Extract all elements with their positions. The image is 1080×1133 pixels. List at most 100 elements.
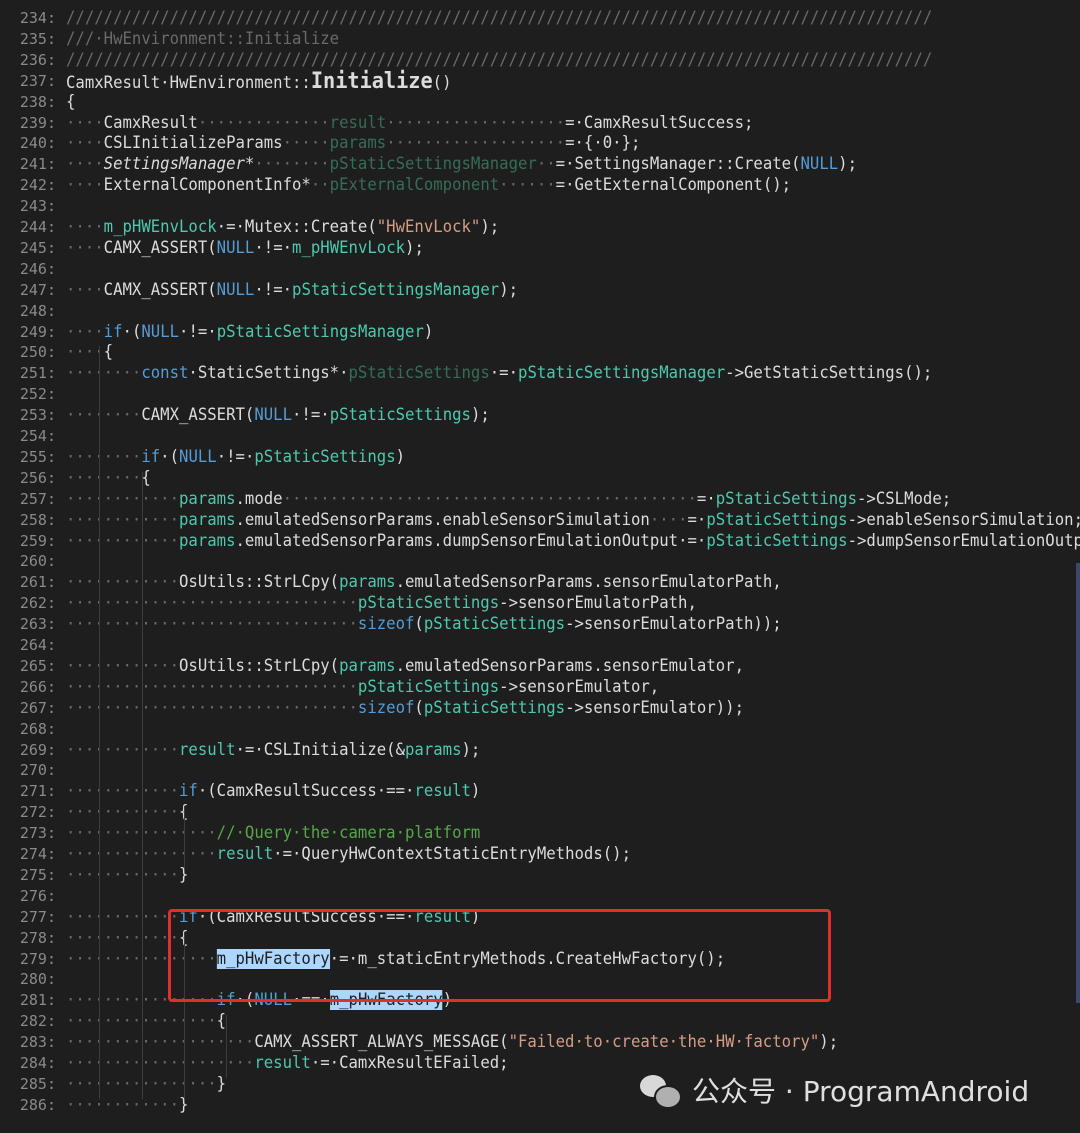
code-line[interactable]: 274: ················result·=·QueryHwCont…	[0, 844, 1080, 865]
code-token: ·=·QueryHwContextStaticEntryMethods();	[273, 844, 631, 864]
code-token: if	[103, 321, 123, 342]
code-line[interactable]: 275: ············}	[0, 865, 1080, 886]
code-token: pStaticSettings	[423, 614, 566, 635]
code-token: params	[179, 488, 236, 509]
code-text: ········{	[66, 468, 151, 489]
code-line[interactable]: 270:	[0, 760, 1080, 781]
code-line[interactable]: 283: ····················CAMX_ASSERT_ALWA…	[0, 1032, 1080, 1053]
code-token: ·!=·	[216, 446, 255, 467]
code-token: pStaticSettings	[357, 593, 500, 614]
code-line[interactable]: 245: ····CAMX_ASSERT(NULL·!=·m_pHWEnvLock…	[0, 238, 1080, 259]
code-line[interactable]: 251: ········const·StaticSettings*·pStati…	[0, 363, 1080, 384]
code-token: ->sensorEmulatorPath));	[565, 614, 782, 635]
code-line[interactable]: 256: ········{	[0, 468, 1080, 489]
code-token: ·······························	[66, 697, 358, 718]
code-token: result	[329, 112, 387, 133]
line-number: 266:	[19, 677, 56, 696]
code-line[interactable]: 253: ········CAMX_ASSERT(NULL·!=·pStaticS…	[0, 405, 1080, 426]
code-token: );	[838, 154, 858, 175]
code-line[interactable]: 255: ········if·(NULL·!=·pStaticSettings)	[0, 447, 1080, 468]
code-token: ////////////////////////////////////////…	[66, 8, 933, 28]
code-token: ············	[66, 572, 180, 593]
code-token: ·=·Mutex::Create(	[216, 217, 377, 237]
code-line[interactable]: 235: ///·HwEnvironment::Initialize	[0, 29, 1080, 50]
code-token: ·(CamxResultSuccess·==·	[197, 781, 415, 802]
code-line[interactable]: 258: ············params.emulatedSensorPar…	[0, 510, 1080, 531]
code-line[interactable]: 259: ············params.emulatedSensorPar…	[0, 531, 1080, 552]
code-token: )	[395, 446, 406, 467]
code-line[interactable]: 250: ····{	[0, 342, 1080, 363]
code-line[interactable]: 264:	[0, 635, 1080, 656]
code-line[interactable]: 266: ·······························pStat…	[0, 677, 1080, 698]
code-line[interactable]: 247: ····CAMX_ASSERT(NULL·!=·pStaticSetti…	[0, 280, 1080, 301]
code-line[interactable]: 276:	[0, 886, 1080, 907]
code-line[interactable]: 252:	[0, 384, 1080, 405]
code-text: ·······························sizeof(pS…	[66, 614, 782, 635]
code-token: ·······························	[66, 676, 358, 697]
code-line[interactable]: 248:	[0, 301, 1080, 322]
code-token: {	[66, 91, 76, 112]
code-line[interactable]: 236: ////////////////////////////////////…	[0, 50, 1080, 71]
code-text: ····if·(NULL·!=·pStaticSettingsManager)	[66, 322, 433, 343]
code-line[interactable]: 254:	[0, 426, 1080, 447]
code-line[interactable]: 271: ············if·(CamxResultSuccess·==…	[0, 781, 1080, 802]
code-line[interactable]: 273: ················//·Query·the·camera·…	[0, 823, 1080, 844]
code-token: ·!=·	[179, 321, 217, 342]
code-token: OsUtils::StrLCpy(	[179, 655, 340, 676]
code-token: ····	[66, 154, 104, 175]
code-token: sizeof	[357, 614, 415, 635]
code-line[interactable]: 244: ····m_pHWEnvLock·=·Mutex::Create("Hw…	[0, 217, 1080, 238]
code-token: pStaticSettings	[706, 530, 848, 551]
code-token: params	[329, 133, 387, 154]
code-line[interactable]: 237: CamxResult·HwEnvironment::Initialize…	[0, 70, 1080, 94]
code-line[interactable]: 282: ················{	[0, 1011, 1080, 1032]
code-line[interactable]: 262: ·······························pStat…	[0, 593, 1080, 614]
line-number: 241:	[19, 155, 56, 174]
line-number: 270:	[19, 761, 56, 780]
code-line[interactable]: 249: ····if·(NULL·!=·pStaticSettingsManag…	[0, 322, 1080, 343]
code-text: ·······························sizeof(pS…	[66, 698, 744, 719]
code-text: ····CSLInitializeParams·····params······…	[66, 133, 640, 154]
code-line[interactable]: 261: ············OsUtils::StrLCpy(params.…	[0, 572, 1080, 593]
code-token: ()	[432, 72, 452, 93]
code-text: CamxResult·HwEnvironment::Initialize()	[66, 70, 452, 94]
code-token: ·!=·	[292, 405, 330, 426]
code-text: ············if·(CamxResultSuccess·==·res…	[66, 781, 480, 802]
code-line[interactable]: 242: ····ExternalComponentInfo*··pExterna…	[0, 175, 1080, 196]
code-token: ->enableSensorSimulation;	[847, 509, 1080, 530]
code-token: CSLInitializeParams	[103, 133, 283, 154]
code-line[interactable]: 265: ············OsUtils::StrLCpy(params.…	[0, 656, 1080, 677]
code-token: .emulatedSensorParams.sensorEmulatorPath…	[395, 572, 782, 593]
code-line[interactable]: 246:	[0, 259, 1080, 280]
code-token: .emulatedSensorParams.sensorEmulator,	[395, 655, 744, 676]
code-token: );	[819, 1032, 839, 1053]
code-line[interactable]: 239: ····CamxResult··············result··…	[0, 113, 1080, 134]
code-line[interactable]: 272: ············{	[0, 802, 1080, 823]
code-text: ············}	[66, 1095, 188, 1116]
line-number: 277:	[19, 907, 56, 926]
code-line[interactable]: 260:	[0, 551, 1080, 572]
code-line[interactable]: 234: ////////////////////////////////////…	[0, 8, 1080, 29]
code-token: =·	[687, 509, 707, 530]
code-line[interactable]: 241: ····SettingsManager*········pStaticS…	[0, 154, 1080, 175]
code-token: ->sensorEmulator));	[565, 697, 744, 718]
code-token: ·=·CamxResultEFailed;	[310, 1053, 509, 1073]
code-token: ············	[66, 927, 180, 948]
code-token: ····	[649, 509, 688, 530]
code-line[interactable]: 238: {	[0, 92, 1080, 113]
code-token: ············	[66, 906, 180, 927]
code-line[interactable]: 267: ·······························sizeo…	[0, 698, 1080, 719]
code-text: ·······························pStaticSe…	[66, 677, 659, 698]
code-line[interactable]: 240: ····CSLInitializeParams·····params··…	[0, 133, 1080, 154]
code-token: ····	[66, 217, 104, 237]
code-line[interactable]: 269: ············result·=·CSLInitialize(&…	[0, 740, 1080, 761]
code-text: ····················result·=·CamxResultE…	[66, 1053, 509, 1074]
code-line[interactable]: 243:	[0, 196, 1080, 217]
code-token: );	[480, 217, 500, 237]
code-token: pStaticSettingsManager	[216, 321, 424, 342]
scrollbar-thumb[interactable]	[1076, 563, 1080, 1003]
code-line[interactable]: 263: ·······························sizeo…	[0, 614, 1080, 635]
code-line[interactable]: 268:	[0, 719, 1080, 740]
code-line[interactable]: 257: ············params.mode·············…	[0, 489, 1080, 510]
code-token: ············	[66, 509, 180, 530]
